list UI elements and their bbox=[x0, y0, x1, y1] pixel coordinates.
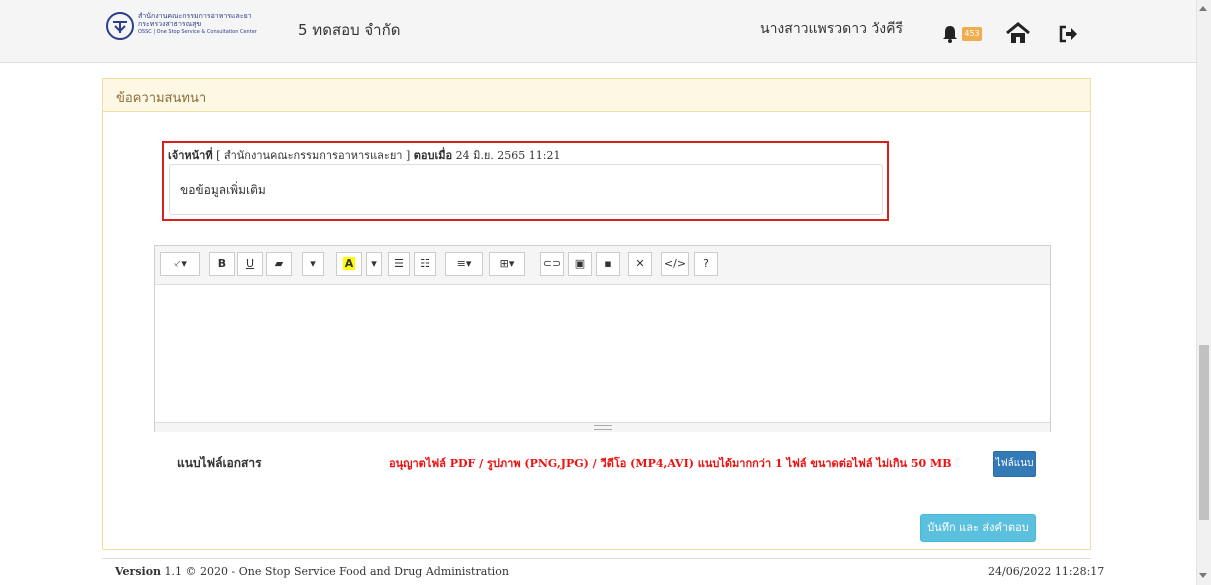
help-button[interactable]: ? bbox=[694, 252, 718, 276]
panel-title: ข้อความสนทนา bbox=[116, 91, 207, 106]
scrollbar-thumb[interactable] bbox=[1199, 345, 1209, 520]
clear-format-button[interactable]: ▰ bbox=[266, 252, 292, 276]
unordered-list-button[interactable]: ☰ bbox=[388, 252, 410, 276]
message-body-box bbox=[169, 164, 883, 215]
table-button[interactable]: ⊞▾ bbox=[489, 252, 525, 276]
logo-agency-name: สำนักงานคณะกรรมการอาหารและยา bbox=[138, 12, 252, 20]
paragraph-button[interactable]: ≡▾ bbox=[445, 252, 483, 276]
bold-button[interactable]: B bbox=[209, 252, 235, 276]
panel-heading bbox=[103, 79, 1090, 112]
style-button[interactable]: ⸔▾ bbox=[160, 252, 200, 276]
link-button[interactable]: ⊂⊃ bbox=[540, 252, 564, 276]
highlight-color-button[interactable]: A bbox=[336, 252, 362, 276]
footer-version: Version 1.1 © 2020 - One Stop Service Fo… bbox=[115, 565, 509, 578]
attach-label: แนบไฟล์เอกสาร bbox=[177, 456, 262, 470]
font-dropdown-button[interactable]: ▾ bbox=[302, 252, 324, 276]
message-agency: [ สำนักงานคณะกรรมการอาหารและยา ] bbox=[216, 149, 411, 162]
message-body: ขอข้อมูลเพิ่มเติม bbox=[180, 183, 266, 197]
company-name: 5 ทดสอบ จำกัด bbox=[298, 21, 401, 39]
home-icon[interactable] bbox=[1005, 22, 1031, 44]
message-replied-label: ตอบเมื่อ bbox=[413, 149, 453, 162]
logo-text: สำนักงานคณะกรรมการอาหารและยา กระทรวงสาธา… bbox=[138, 12, 288, 36]
resize-grip-icon[interactable] bbox=[594, 425, 612, 430]
attach-rule-text: อนุญาตไฟล์ PDF / รูปภาพ (PNG,JPG) / วีดี… bbox=[389, 457, 952, 470]
logo-ossc-name: OSSC | One Stop Service & Consultation C… bbox=[138, 29, 257, 35]
footer-version-text: 1.1 © 2020 - One Stop Service Food and D… bbox=[164, 565, 509, 578]
logo-ministry-name: กระทรวงสาธารณสุข bbox=[138, 20, 202, 28]
underline-button[interactable]: U bbox=[237, 252, 263, 276]
picture-button[interactable]: ▣ bbox=[568, 252, 592, 276]
fda-logo-icon[interactable] bbox=[106, 12, 134, 40]
footer-version-label: Version bbox=[115, 565, 162, 578]
video-button[interactable]: ▪ bbox=[596, 252, 620, 276]
user-name[interactable]: นางสาวแพรวดาว วังคีรี bbox=[760, 18, 903, 40]
ordered-list-button[interactable]: ☷ bbox=[414, 252, 436, 276]
bell-icon[interactable] bbox=[940, 24, 960, 44]
save-and-reply-button[interactable]: บันทึก และ ส่งคำตอบ bbox=[920, 514, 1036, 542]
highlight-color-label: A bbox=[342, 257, 356, 270]
footer-divider bbox=[102, 558, 1091, 559]
code-view-button[interactable]: </> bbox=[661, 252, 689, 276]
scroll-up-arrow-icon[interactable] bbox=[1199, 6, 1207, 11]
footer-timestamp: 24/06/2022 11:28:17 bbox=[988, 565, 1105, 578]
message-replied-time: 24 มิ.ย. 2565 11:21 bbox=[455, 149, 561, 162]
attach-file-button[interactable]: ไฟล์แนบ bbox=[993, 451, 1036, 477]
fullscreen-button[interactable]: ✕ bbox=[628, 252, 652, 276]
message-role: เจ้าหน้าที่ bbox=[168, 149, 213, 162]
logout-icon[interactable] bbox=[1058, 24, 1078, 44]
scroll-down-arrow-icon[interactable] bbox=[1199, 573, 1207, 578]
color-dropdown-button[interactable]: ▾ bbox=[366, 252, 382, 276]
message-meta: เจ้าหน้าที่ [ สำนักงานคณะกรรมการอาหารและ… bbox=[168, 146, 560, 164]
notification-badge[interactable]: 453 bbox=[962, 27, 982, 41]
